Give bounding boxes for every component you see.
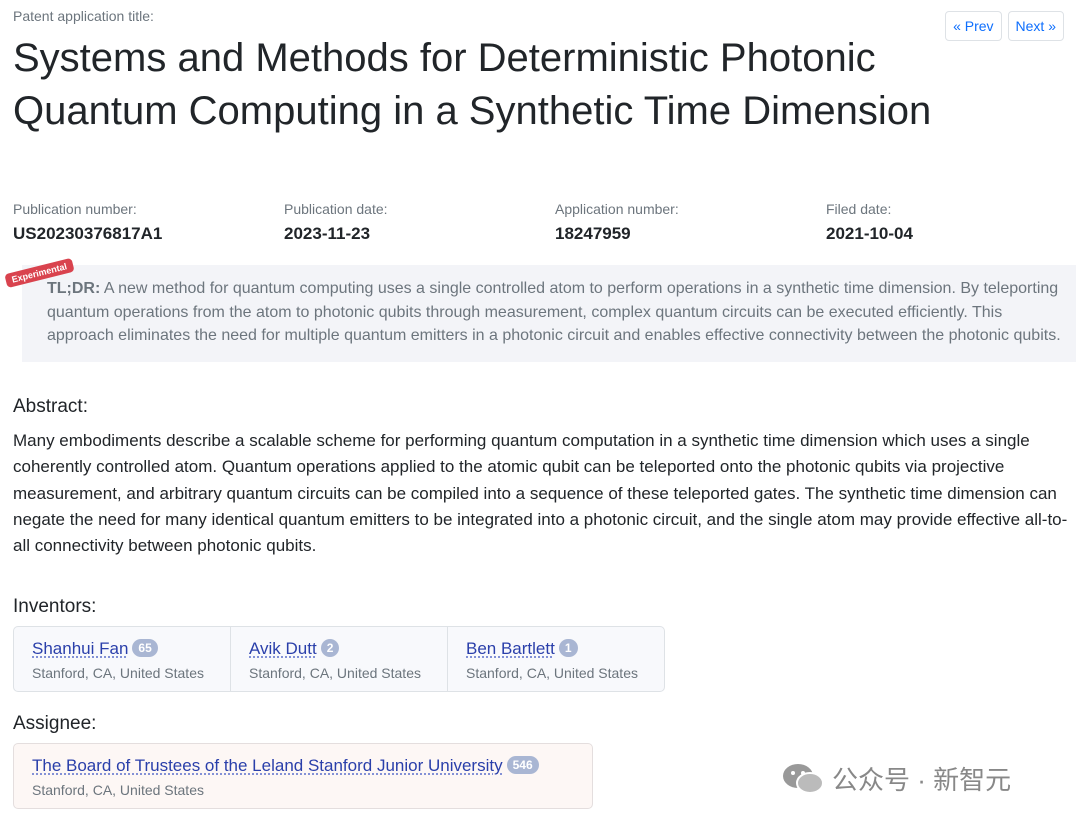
page-title: Systems and Methods for Deterministic Ph…: [13, 36, 932, 133]
filed-date: Filed date: 2021-10-04: [826, 201, 1080, 244]
inventor-card: Shanhui Fan 65 Stanford, CA, United States: [14, 627, 231, 691]
meta-label: Filed date:: [826, 201, 892, 217]
metadata: Publication number: US20230376817A1 Publi…: [13, 201, 1080, 244]
next-button[interactable]: Next »: [1007, 11, 1064, 41]
count-badge: 1: [558, 639, 578, 657]
tldr-box: TL;DR: A new method for quantum computin…: [22, 265, 1076, 362]
inventor-link[interactable]: Ben Bartlett: [466, 639, 555, 658]
tldr-label: TL;DR:: [47, 280, 101, 297]
inventor-link[interactable]: Shanhui Fan: [32, 639, 128, 658]
meta-value: 2021-10-04: [826, 224, 913, 243]
inventor-location: Stanford, CA, United States: [32, 665, 204, 681]
assignee-location: Stanford, CA, United States: [32, 782, 204, 798]
tldr-text: A new method for quantum computing uses …: [47, 280, 1061, 344]
application-number: Application number: 18247959: [555, 201, 826, 244]
assignee-link[interactable]: The Board of Trustees of the Leland Stan…: [32, 756, 503, 775]
watermark: 公众号 · 新智元: [782, 760, 1011, 797]
inventor-card: Avik Dutt 2 Stanford, CA, United States: [231, 627, 448, 691]
inventor-location: Stanford, CA, United States: [249, 665, 421, 681]
inventors-heading: Inventors:: [13, 596, 97, 617]
abstract-heading: Abstract:: [13, 396, 88, 417]
watermark-text: 公众号 · 新智元: [832, 765, 1012, 795]
assignee-card: The Board of Trustees of the Leland Stan…: [13, 743, 593, 809]
meta-label: Application number:: [555, 201, 679, 217]
count-badge: 65: [132, 639, 158, 657]
abstract-text: Many embodiments describe a scalable sch…: [13, 431, 1068, 556]
inventor-card: Ben Bartlett 1 Stanford, CA, United States: [448, 627, 664, 691]
patent-page: Patent application title: « Prev Next » …: [0, 0, 1080, 823]
wechat-icon: [783, 763, 824, 794]
meta-value: US20230376817A1: [13, 224, 163, 243]
inventor-location: Stanford, CA, United States: [466, 665, 638, 681]
meta-label: Publication number:: [13, 201, 137, 217]
assignee-heading: Assignee:: [13, 713, 97, 734]
title-label: Patent application title:: [13, 8, 154, 24]
meta-label: Publication date:: [284, 201, 388, 217]
count-badge: 546: [506, 756, 539, 774]
inventor-link[interactable]: Avik Dutt: [249, 639, 317, 658]
publication-number: Publication number: US20230376817A1: [13, 201, 284, 244]
meta-value: 18247959: [555, 224, 631, 243]
publication-date: Publication date: 2023-11-23: [284, 201, 555, 244]
meta-value: 2023-11-23: [284, 224, 371, 243]
inventors-list: Shanhui Fan 65 Stanford, CA, United States…: [13, 626, 665, 692]
count-badge: 2: [320, 639, 340, 657]
